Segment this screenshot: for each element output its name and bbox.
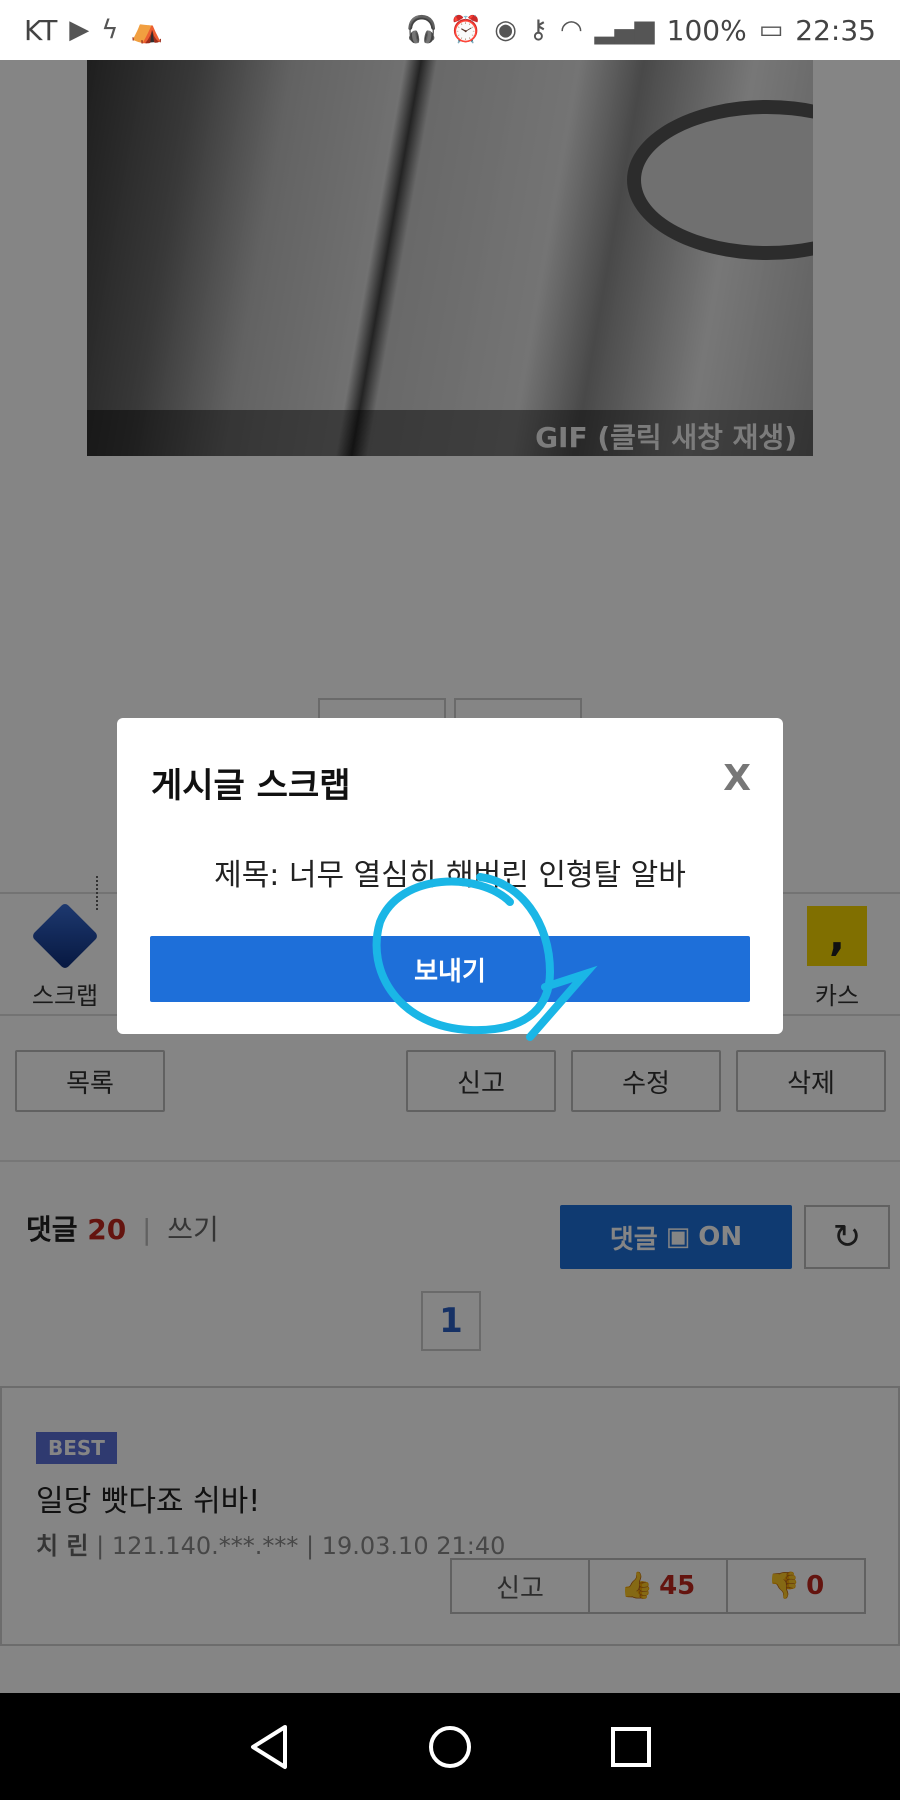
carrier-label: KT (24, 13, 58, 47)
modal-title: 게시글 스크랩 (151, 766, 351, 806)
home-icon[interactable] (426, 1723, 474, 1771)
drag-indicator (96, 876, 98, 910)
recents-icon[interactable] (609, 1725, 653, 1769)
wifi-icon: ◠ (559, 15, 583, 45)
app-icon: ϟ (101, 15, 119, 45)
eye-icon: ◉ (494, 15, 517, 45)
battery-icon: ▭ (758, 15, 784, 45)
navigation-bar (0, 1693, 900, 1800)
battery-percent: 100% (666, 13, 747, 47)
youtube-icon: ▶ (69, 15, 90, 45)
key-icon: ⚷ (528, 15, 548, 45)
close-button[interactable]: X (723, 758, 751, 799)
annotation-circle (372, 873, 598, 1041)
headset-icon: 🎧 (405, 15, 438, 45)
alarm-icon: ⏰ (449, 15, 483, 45)
clock: 22:35 (795, 13, 876, 47)
tent-icon: ⛺ (130, 15, 163, 45)
back-icon[interactable] (247, 1723, 291, 1771)
status-bar: KT ▶ ϟ ⛺ 🎧 ⏰ ◉ ⚷ ◠ ▂▄▆ 100% ▭ 22:35 (0, 0, 900, 60)
signal-icon: ▂▄▆ (594, 15, 655, 45)
